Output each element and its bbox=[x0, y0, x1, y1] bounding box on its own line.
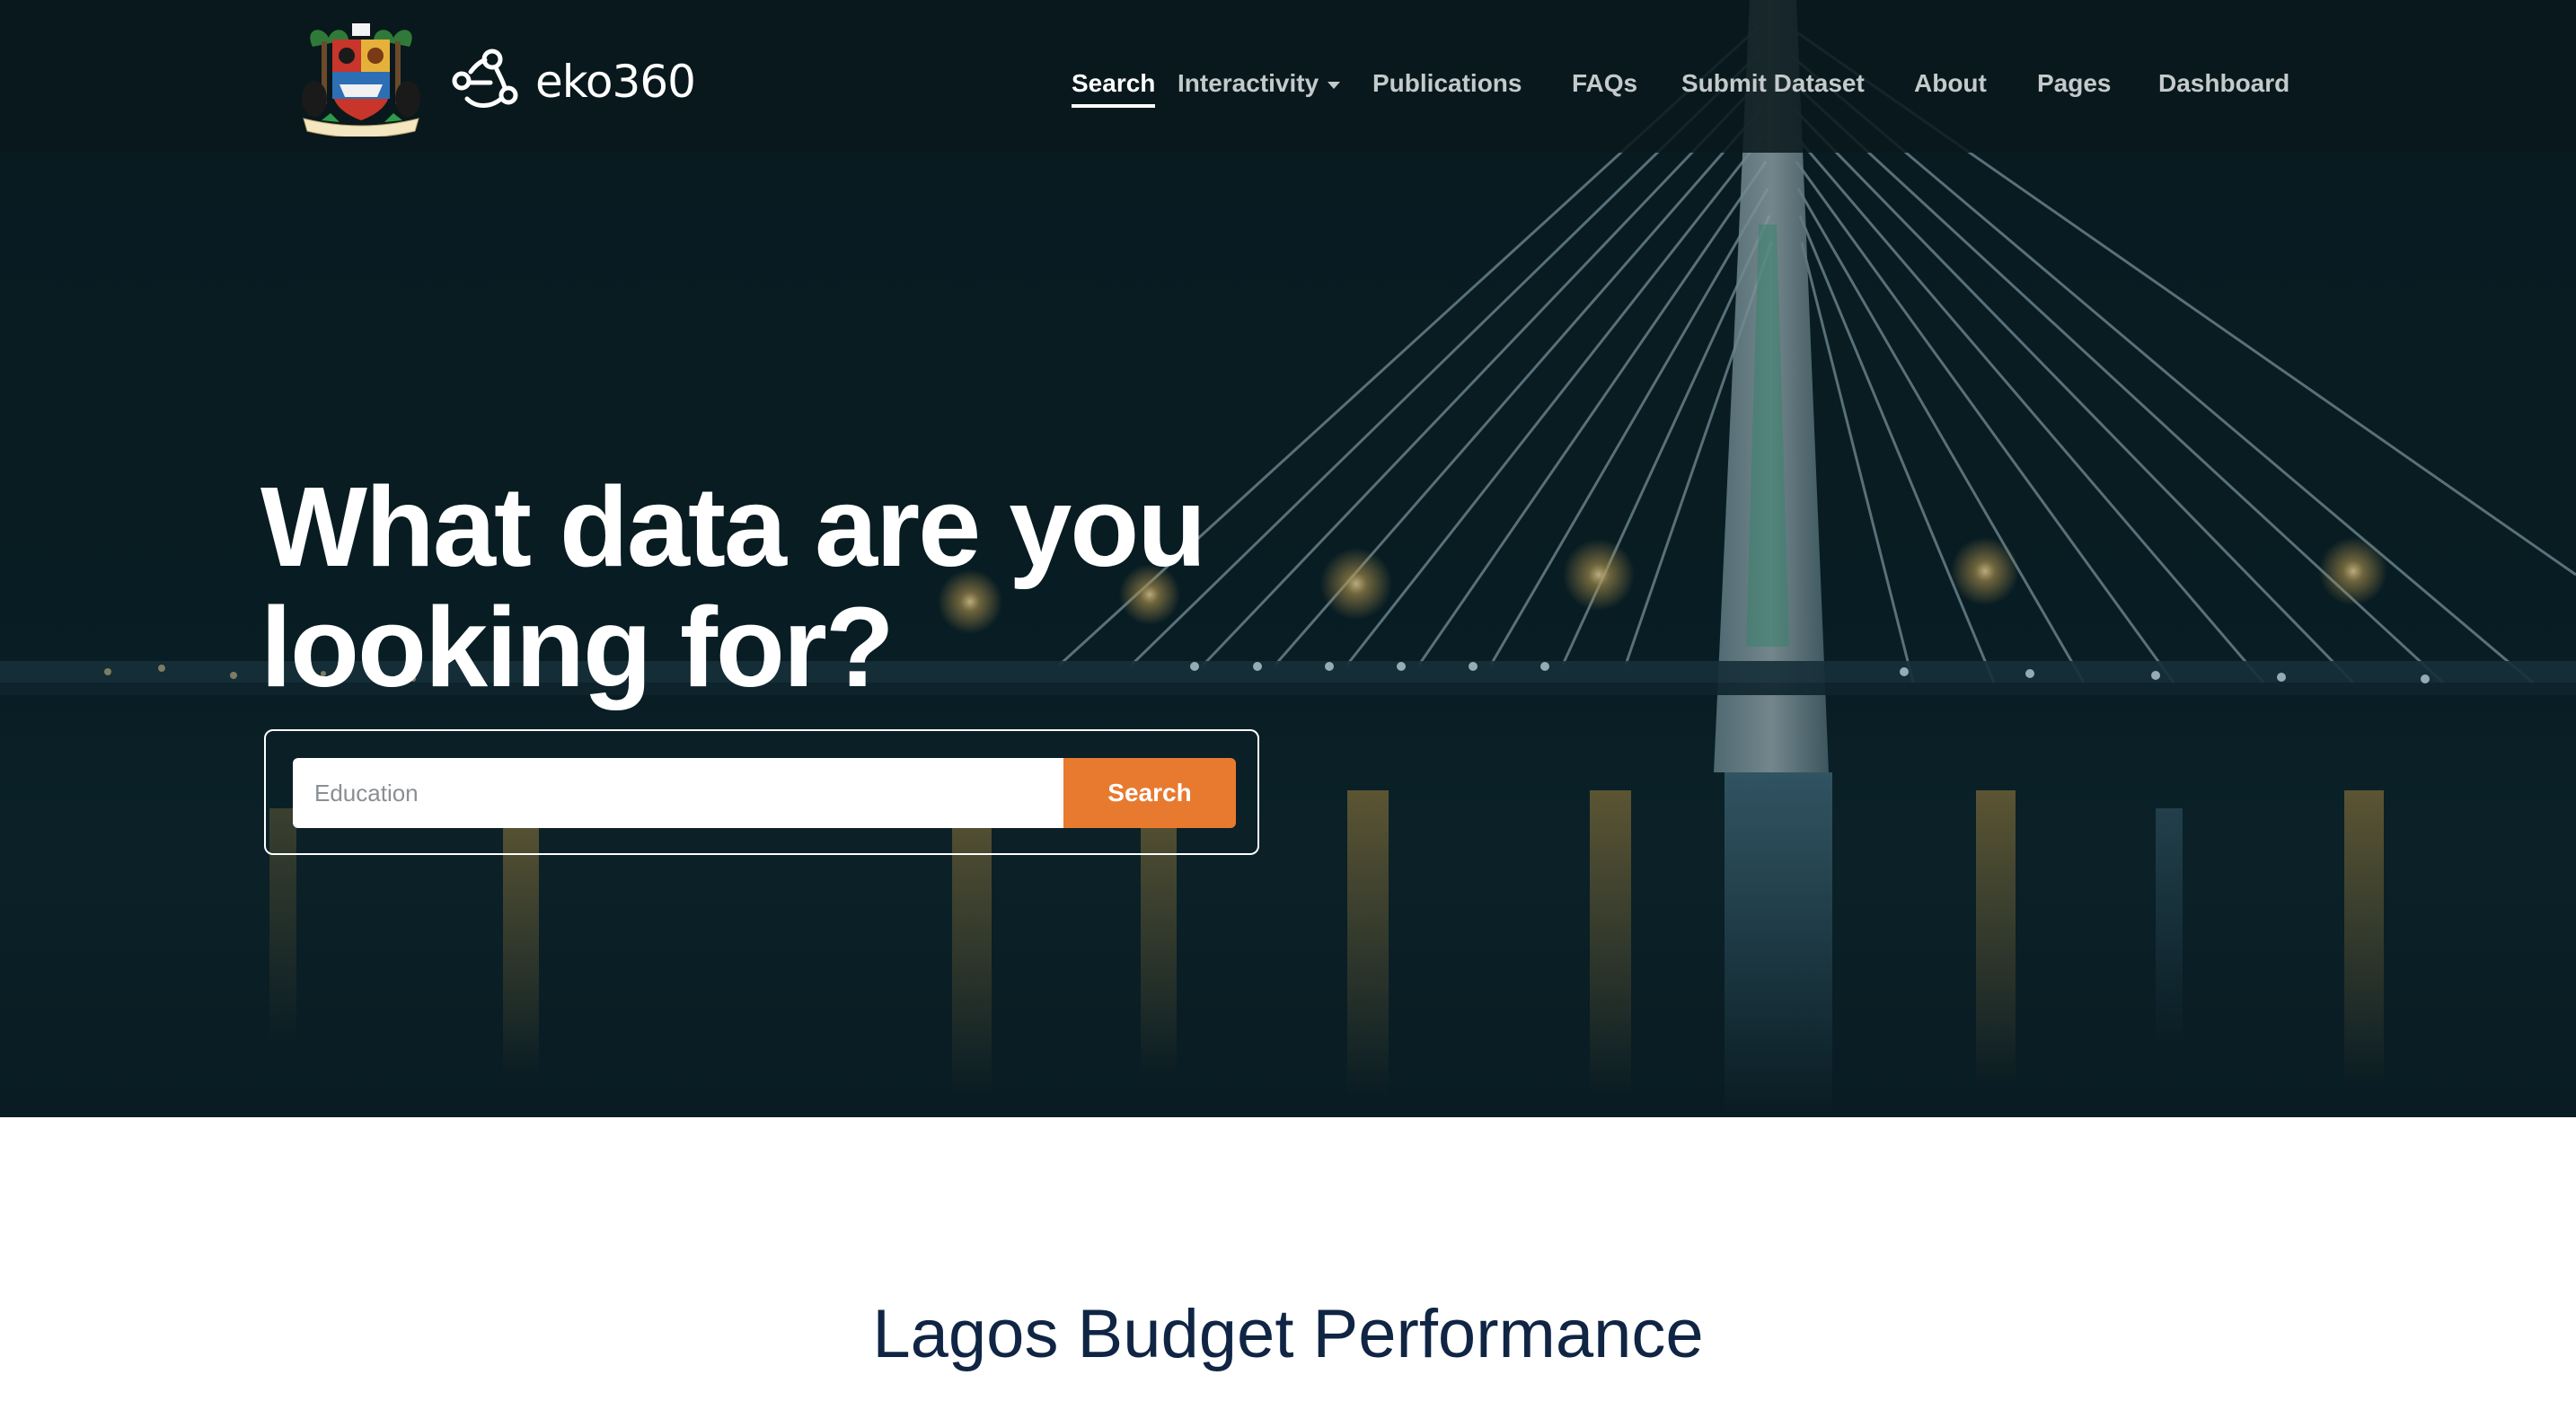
lagos-coat-of-arms-logo[interactable] bbox=[295, 20, 428, 137]
nav-interactivity[interactable]: Interactivity bbox=[1178, 63, 1341, 104]
nav-publications[interactable]: Publications bbox=[1372, 63, 1522, 104]
nav-interactivity-label: Interactivity bbox=[1178, 69, 1319, 97]
hero-search-form: Search bbox=[264, 729, 1259, 855]
brand-name: eko360 bbox=[535, 56, 696, 108]
section-title-budget-performance: Lagos Budget Performance bbox=[872, 1296, 1704, 1372]
brand-link[interactable]: eko360 bbox=[449, 43, 696, 120]
chevron-down-icon bbox=[1328, 81, 1341, 89]
hero-headline-line-2: looking for? bbox=[260, 584, 895, 710]
search-button[interactable]: Search bbox=[1063, 758, 1236, 828]
nav-about[interactable]: About bbox=[1914, 63, 1987, 104]
nav-dashboard[interactable]: Dashboard bbox=[2158, 63, 2289, 104]
nav-submit-dataset[interactable]: Submit Dataset bbox=[1681, 63, 1865, 104]
hero-headline-line-1: What data are you bbox=[260, 463, 1206, 590]
hero-section: eko360 Search Interactivity Publications… bbox=[0, 0, 2576, 1117]
page: eko360 Search Interactivity Publications… bbox=[0, 0, 2576, 1419]
top-navbar: eko360 Search Interactivity Publications… bbox=[0, 0, 2576, 153]
nav-pages[interactable]: Pages bbox=[2037, 63, 2112, 104]
nav-search[interactable]: Search bbox=[1072, 63, 1156, 108]
network-nodes-icon bbox=[452, 48, 518, 108]
search-input[interactable] bbox=[293, 758, 1063, 828]
nav-faqs[interactable]: FAQs bbox=[1572, 63, 1637, 104]
hero-headline: What data are you looking for? bbox=[260, 467, 1428, 708]
